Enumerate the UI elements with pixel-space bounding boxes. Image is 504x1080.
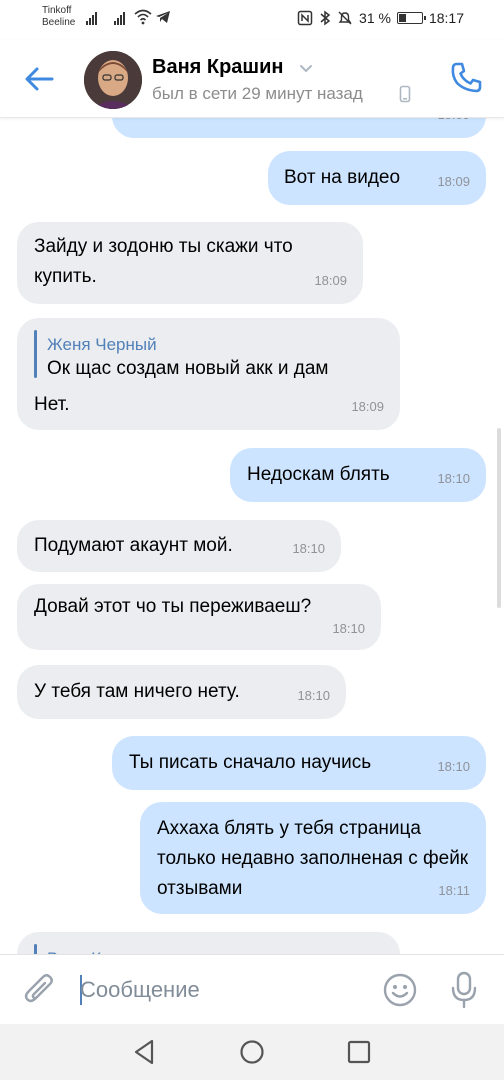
message-bubble-incoming-reply[interactable]: Ваня Крашин: [17, 932, 400, 954]
message-bubble-outgoing[interactable]: 18:09: [112, 118, 486, 138]
microphone-icon[interactable]: [448, 970, 480, 1010]
message-text: Довай этот чо ты переживаеш?: [34, 596, 312, 617]
mute-bell-icon: [338, 11, 352, 25]
message-text: Вот на видео: [284, 167, 401, 188]
message-time: 18:09: [351, 399, 384, 414]
battery-icon: [396, 12, 426, 24]
avatar[interactable]: [84, 51, 142, 109]
signal-icon-2: [114, 11, 125, 25]
message-bubble-outgoing[interactable]: Вот на видео 18:09: [268, 151, 486, 205]
message-text: Зайду и зодоню ты скажи что купить.: [34, 236, 293, 287]
message-bubble-incoming[interactable]: Довай этот чо ты переживаеш? 18:10: [17, 584, 381, 650]
carrier-1: Tinkoff: [42, 5, 72, 16]
nfc-icon: [297, 10, 313, 26]
message-text: Аххаха блять у тебя страница только неда…: [157, 818, 469, 899]
reply-author: Ваня Крашин: [47, 944, 152, 954]
phone-icon: [399, 85, 411, 103]
last-seen-status: был в сети 29 минут назад: [152, 84, 363, 103]
message-bubble-outgoing[interactable]: Недоскам блять 18:10: [230, 448, 486, 502]
telegram-icon: [156, 11, 170, 23]
message-text: Подумают акаунт мой.: [34, 535, 233, 556]
message-time: 18:09: [437, 174, 470, 189]
message-list[interactable]: 18:09 Вот на видео 18:09 Зайду и зодоню …: [0, 118, 504, 954]
carrier-2: Beeline: [42, 17, 76, 28]
wifi-icon: [134, 9, 152, 25]
message-time: 18:10: [332, 621, 365, 636]
message-bubble-incoming[interactable]: Подумают акаунт мой. 18:10: [17, 520, 341, 572]
message-text: Ты писать сначало научись: [129, 752, 372, 773]
message-text: Нет.: [34, 394, 70, 415]
attach-icon[interactable]: [22, 971, 58, 1009]
system-navigation-bar: [0, 1024, 504, 1080]
message-composer: [0, 954, 504, 1024]
carrier-labels: Tinkoff Beeline: [42, 5, 75, 29]
message-bubble-outgoing[interactable]: Аххаха блять у тебя страница только неда…: [140, 802, 486, 914]
message-text: У тебя там ничего нету.: [34, 681, 240, 702]
message-bubble-outgoing[interactable]: Ты писать сначало научись 18:10: [112, 736, 486, 790]
status-time: 18:17: [428, 10, 464, 26]
avatar-image: [84, 51, 142, 109]
message-bubble-incoming-reply[interactable]: Женя Черный Ок щас создам новый акк и да…: [17, 318, 400, 430]
message-time: 18:11: [438, 883, 470, 898]
chevron-down-icon[interactable]: [298, 62, 314, 74]
message-bubble-incoming[interactable]: Зайду и зодоню ты скажи что купить. 18:0…: [17, 222, 363, 304]
message-time: 18:09: [437, 118, 470, 130]
status-right: 31 % 18:17: [297, 10, 464, 26]
scrollbar[interactable]: [497, 428, 501, 608]
message-time: 18:10: [437, 471, 470, 486]
signal-icon: [86, 11, 97, 25]
reply-quote-text: Ок щас создам новый акк и дам: [47, 358, 329, 379]
back-arrow-icon[interactable]: [22, 62, 56, 96]
nav-recents-icon[interactable]: [344, 1037, 374, 1067]
message-text: Недоскам блять: [247, 464, 390, 485]
reply-indicator: [34, 944, 37, 954]
bluetooth-icon: [320, 10, 331, 26]
message-bubble-incoming[interactable]: У тебя там ничего нету. 18:10: [17, 665, 346, 719]
nav-home-icon[interactable]: [237, 1037, 267, 1067]
contact-name[interactable]: Ваня Крашин: [152, 56, 283, 79]
emoji-icon[interactable]: [382, 972, 418, 1008]
reply-indicator: [34, 330, 37, 378]
message-time: 18:10: [437, 759, 470, 774]
call-icon[interactable]: [448, 60, 484, 96]
message-time: 18:10: [292, 541, 325, 556]
message-input[interactable]: [80, 973, 370, 1007]
message-time: 18:09: [314, 273, 347, 288]
nav-back-icon[interactable]: [130, 1037, 160, 1067]
battery-percent: 31 %: [359, 10, 391, 26]
chat-header: Ваня Крашин был в сети 29 минут назад: [0, 40, 504, 118]
message-time: 18:10: [297, 688, 330, 703]
status-bar: Tinkoff Beeline 31 % 18:17: [0, 0, 504, 40]
